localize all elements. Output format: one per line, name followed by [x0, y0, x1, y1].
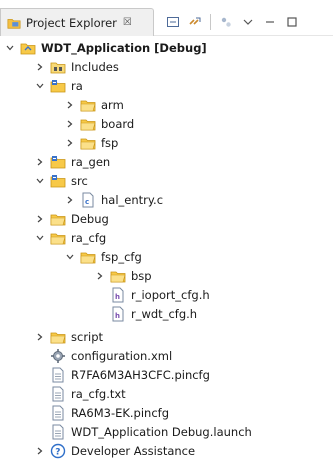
tree-item-ra-cfg-txt[interactable]: ra_cfg.txt	[50, 384, 126, 404]
svg-text:?: ?	[55, 448, 60, 458]
tree-label: configuration.xml	[71, 349, 173, 363]
project-icon	[20, 40, 36, 56]
tree-label: Debug	[71, 212, 109, 226]
file-icon	[50, 405, 66, 421]
tree-label: RA6M3-EK.pincfg	[71, 406, 170, 420]
collapsed-chevron-icon[interactable]	[64, 194, 76, 206]
collapsed-chevron-icon[interactable]	[34, 445, 46, 457]
expanded-chevron-icon[interactable]	[64, 251, 76, 263]
view-menu-icon[interactable]	[239, 13, 257, 31]
tree-label: Developer Assistance	[71, 444, 196, 458]
tree-item-hal-entry[interactable]: c hal_entry.c	[64, 190, 163, 210]
folder-icon	[80, 249, 96, 265]
tree-item-src[interactable]: src	[34, 171, 88, 191]
tree-item-arm[interactable]: arm	[64, 95, 124, 115]
filter-icon[interactable]	[217, 13, 235, 31]
tree-item-fsp[interactable]: fsp	[64, 133, 118, 153]
maximize-icon[interactable]	[283, 13, 301, 31]
folder-icon	[80, 135, 96, 151]
folder-icon	[110, 268, 126, 284]
tree-item-r-ioport-cfg[interactable]: h r_ioport_cfg.h	[110, 285, 210, 305]
includes-icon	[50, 59, 66, 75]
tree-label: WDT_Application [Debug]	[41, 41, 207, 55]
h-file-icon: h	[110, 287, 126, 303]
tree-label: r_ioport_cfg.h	[131, 288, 210, 302]
project-explorer-icon	[7, 18, 21, 29]
tree-label: script	[71, 330, 104, 344]
tree-label: ra	[71, 79, 83, 93]
c-file-icon: c	[80, 192, 96, 208]
toolbar-separator	[210, 14, 211, 30]
tree-item-pincfg-r7fa[interactable]: R7FA6M3AH3CFC.pincfg	[50, 365, 210, 385]
tree-label: ra_cfg	[71, 231, 107, 245]
tree-item-debug[interactable]: Debug	[34, 209, 109, 229]
minimize-icon[interactable]	[261, 13, 279, 31]
tree-label: fsp	[101, 136, 119, 150]
tree-item-launch[interactable]: WDT_Application Debug.launch	[50, 422, 252, 442]
expanded-chevron-icon[interactable]	[34, 80, 46, 92]
link-with-editor-icon[interactable]	[186, 13, 204, 31]
tree-label: r_wdt_cfg.h	[131, 307, 198, 321]
tree-item-bsp[interactable]: bsp	[94, 266, 152, 286]
gear-icon	[50, 348, 66, 364]
expanded-chevron-icon[interactable]	[4, 42, 16, 54]
collapsed-chevron-icon[interactable]	[94, 270, 106, 282]
collapsed-chevron-icon[interactable]	[64, 118, 76, 130]
tree-item-ra-gen[interactable]: ra_gen	[34, 152, 110, 172]
folder-icon	[50, 211, 66, 227]
source-folder-icon	[50, 154, 66, 170]
svg-text:h: h	[115, 312, 120, 320]
file-icon	[50, 367, 66, 383]
tree-label: arm	[101, 98, 124, 112]
tree-item-board[interactable]: board	[64, 114, 134, 134]
collapsed-chevron-icon[interactable]	[34, 156, 46, 168]
collapsed-chevron-icon[interactable]	[34, 331, 46, 343]
tree-item-includes[interactable]: Includes	[34, 57, 119, 77]
source-folder-icon	[50, 173, 66, 189]
tab-close-icon[interactable]: ☒	[123, 17, 132, 28]
file-icon	[50, 424, 66, 440]
tree-label: bsp	[131, 269, 152, 283]
tree-item-fsp-cfg[interactable]: fsp_cfg	[64, 247, 142, 267]
tree-item-r-wdt-cfg[interactable]: h r_wdt_cfg.h	[110, 304, 197, 324]
file-icon	[50, 386, 66, 402]
view-header: Project Explorer ☒	[0, 0, 333, 36]
h-file-icon: h	[110, 306, 126, 322]
tree-item-configuration[interactable]: configuration.xml	[50, 346, 172, 366]
folder-icon	[50, 329, 66, 345]
collapsed-chevron-icon[interactable]	[64, 137, 76, 149]
collapsed-chevron-icon[interactable]	[34, 213, 46, 225]
tree-item-developer-assistance[interactable]: ? Developer Assistance	[34, 441, 195, 461]
tree-label: ra_gen	[71, 155, 111, 169]
svg-text:h: h	[115, 293, 120, 301]
tab-title: Project Explorer	[26, 15, 117, 30]
tree-label: fsp_cfg	[101, 250, 142, 264]
tree-label: ra_cfg.txt	[71, 387, 126, 401]
tree-label: src	[71, 174, 88, 188]
tree-item-ra-cfg[interactable]: ra_cfg	[34, 228, 106, 248]
tree-item-pincfg-ra6m3[interactable]: RA6M3-EK.pincfg	[50, 403, 169, 423]
expanded-chevron-icon[interactable]	[34, 175, 46, 187]
help-icon: ?	[50, 443, 66, 459]
expanded-chevron-icon[interactable]	[34, 232, 46, 244]
tree-item-project[interactable]: WDT_Application [Debug]	[4, 38, 207, 58]
tree-label: R7FA6M3AH3CFC.pincfg	[71, 368, 210, 382]
collapse-all-icon[interactable]	[164, 13, 182, 31]
svg-text:c: c	[85, 198, 89, 206]
collapsed-chevron-icon[interactable]	[64, 99, 76, 111]
tree-item-script[interactable]: script	[34, 327, 103, 347]
folder-icon	[80, 116, 96, 132]
folder-icon	[80, 97, 96, 113]
tree-label: board	[101, 117, 135, 131]
folder-icon	[50, 230, 66, 246]
tree-label: Includes	[71, 60, 119, 74]
tree-label: hal_entry.c	[101, 193, 164, 207]
tab-project-explorer[interactable]: Project Explorer ☒	[0, 8, 154, 36]
collapsed-chevron-icon[interactable]	[34, 61, 46, 73]
tree-item-ra[interactable]: ra	[34, 76, 83, 96]
source-folder-icon	[50, 78, 66, 94]
view-toolbar	[164, 12, 305, 32]
tree-label: WDT_Application Debug.launch	[71, 425, 252, 439]
